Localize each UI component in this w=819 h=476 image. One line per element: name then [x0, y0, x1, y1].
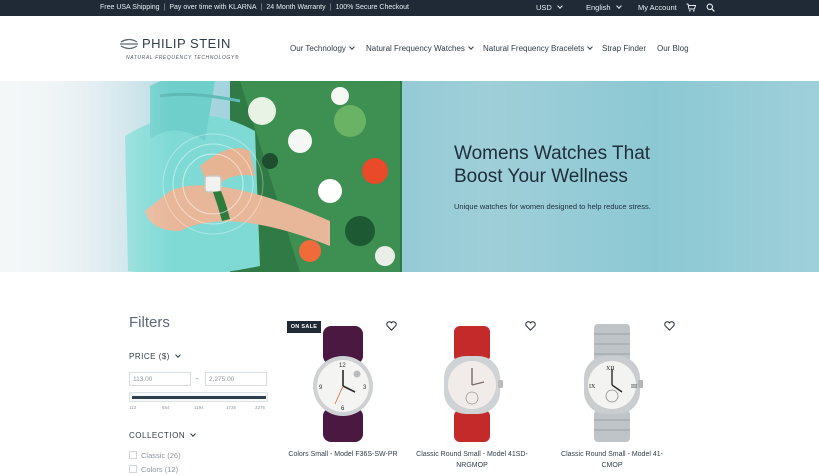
brand-logo[interactable]: PHILIP STEIN NATURAL FREQUENCY TECHNOLOG…	[120, 36, 240, 66]
chevron-down-icon	[175, 352, 181, 358]
product-card[interactable]: XII III IX Classic Round Small - Model 4…	[554, 318, 670, 473]
collection-filter-toggle[interactable]: COLLECTION	[129, 431, 196, 440]
promo-warranty: 24 Month Warranty	[266, 4, 326, 11]
chevron-down-icon	[587, 44, 594, 50]
tick-label: 1735	[226, 405, 237, 410]
chevron-down-icon	[468, 44, 474, 50]
collection-option-label: Classic (26)	[141, 451, 181, 460]
collection-filter-label: COLLECTION	[129, 431, 186, 440]
price-filter-toggle[interactable]: PRICE ($)	[129, 352, 181, 361]
promo-shipping: Free USA Shipping	[100, 4, 160, 11]
hero-title: Womens Watches That Boost Your Wellness	[454, 142, 650, 188]
svg-text:XII: XII	[606, 366, 614, 372]
collection-option-label: Colors (12)	[141, 465, 179, 474]
nav-label: Our Technology	[290, 44, 346, 53]
chevron-down-icon	[615, 3, 622, 9]
language-label: English	[586, 3, 611, 12]
heart-icon[interactable]	[664, 321, 675, 331]
brand-tagline: NATURAL FREQUENCY TECHNOLOGY®	[126, 55, 240, 61]
brand-name: PHILIP STEIN	[142, 36, 231, 51]
tick-label: 1194	[194, 405, 204, 410]
collection-option-colors[interactable]: Colors (12)	[129, 465, 178, 474]
currency-selector[interactable]: USD	[536, 3, 563, 12]
promo-checkout: 100% Secure Checkout	[335, 4, 409, 11]
logo-mark-icon	[120, 38, 138, 50]
price-slider-ticks: 113 654 1194 1735 2275	[129, 405, 269, 411]
product-card[interactable]: Classic Round Small - Model 41SD-NRGMOP	[414, 318, 530, 473]
nav-bracelets[interactable]: Natural Frequency Bracelets	[483, 44, 594, 53]
language-selector[interactable]: English	[586, 3, 622, 12]
cart-icon[interactable]	[686, 3, 697, 14]
chevron-down-icon	[557, 3, 563, 9]
hero-image	[0, 81, 402, 272]
nav-strap-finder[interactable]: Strap Finder	[602, 44, 646, 53]
tick-label: 113	[129, 405, 137, 410]
product-name[interactable]: Classic Round Small - Model 41-CMOP	[554, 449, 670, 471]
price-min-input[interactable]: 113.00	[129, 372, 191, 386]
filters-heading: Filters	[129, 314, 170, 331]
nav-our-blog[interactable]: Our Blog	[657, 44, 689, 53]
tick-label: 2275	[255, 405, 266, 410]
product-image[interactable]	[414, 322, 530, 442]
top-bar: Free USA Shipping | Pay over time with KLA…	[0, 0, 819, 16]
nav-our-technology[interactable]: Our Technology	[290, 44, 355, 53]
search-icon[interactable]	[706, 3, 715, 14]
checkbox[interactable]	[129, 451, 137, 459]
nav-watches[interactable]: Natural Frequency Watches	[366, 44, 474, 53]
checkbox[interactable]	[129, 465, 137, 473]
svg-text:III: III	[631, 384, 637, 390]
hero-banner: Womens Watches That Boost Your Wellness …	[0, 81, 819, 272]
product-card[interactable]: 12 3 6 9 Colors Small - Model F36S-SW-PR	[285, 318, 401, 473]
chevron-down-icon	[349, 44, 355, 50]
promo-strip: Free USA Shipping | Pay over time with KLA…	[100, 4, 409, 11]
hero-subtitle: Unique watches for women designed to hel…	[454, 202, 651, 211]
price-filter-label: PRICE ($)	[129, 352, 170, 361]
promo-klarna: Pay over time with KLARNA	[169, 4, 257, 11]
nav-label: Natural Frequency Watches	[366, 44, 465, 53]
svg-text:12: 12	[339, 363, 346, 369]
price-slider-range[interactable]	[132, 396, 266, 399]
product-name[interactable]: Classic Round Small - Model 41SD-NRGMOP	[414, 449, 530, 471]
heart-icon[interactable]	[525, 321, 536, 331]
currency-label: USD	[536, 3, 552, 12]
svg-text:IX: IX	[589, 384, 596, 390]
product-image[interactable]: 12 3 6 9	[285, 322, 401, 442]
price-max-input[interactable]: 2,275.00	[205, 372, 267, 386]
heart-icon[interactable]	[386, 321, 397, 331]
price-range-separator: -	[196, 376, 199, 383]
hero-title-line2: Boost Your Wellness	[454, 166, 628, 187]
nav-label: Natural Frequency Bracelets	[483, 44, 585, 53]
tick-label: 654	[162, 405, 170, 410]
site-header: PHILIP STEIN NATURAL FREQUENCY TECHNOLOG…	[0, 16, 819, 81]
hero-title-line1: Womens Watches That	[454, 143, 651, 164]
product-image[interactable]: XII III IX	[554, 322, 670, 442]
collection-option-classic[interactable]: Classic (26)	[129, 451, 181, 460]
product-name[interactable]: Colors Small - Model F36S-SW-PR	[285, 449, 401, 460]
my-account-link[interactable]: My Account	[638, 3, 677, 12]
chevron-down-icon	[190, 431, 196, 437]
